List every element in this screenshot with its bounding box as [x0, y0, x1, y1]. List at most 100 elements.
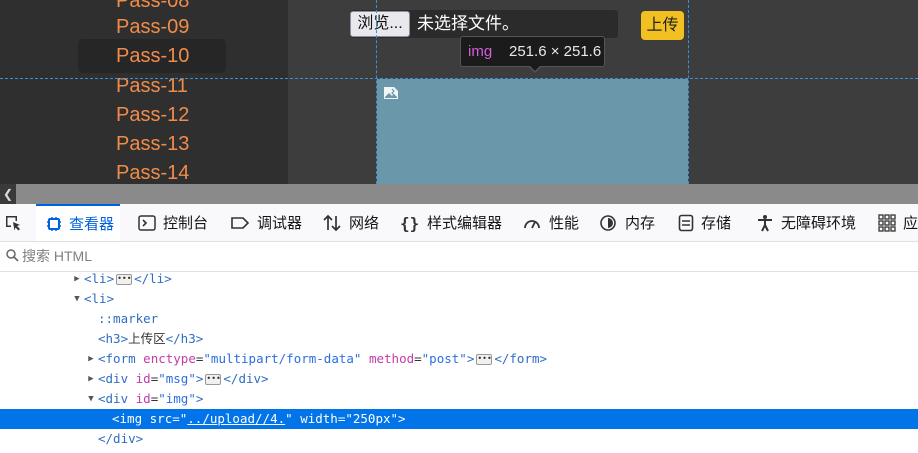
tab-style-editor[interactable]: {} 样式编辑器 — [400, 204, 502, 241]
attr-equals: =" — [172, 411, 188, 426]
file-status-text: 未选择文件。 — [417, 14, 519, 33]
tab-label: 内存 — [625, 215, 656, 232]
tree-row-marker[interactable]: ::marker — [0, 309, 918, 329]
tree-row-div-msg[interactable]: ▶ <div id="msg"> ••• </div> — [0, 369, 918, 389]
tree-row-img-selected[interactable]: <img src="../upload//4." width="250px"> — [0, 409, 918, 429]
tab-performance[interactable]: 性能 — [522, 204, 579, 241]
collapsed-ellipsis-icon[interactable]: ••• — [205, 374, 222, 385]
guide-line-right — [688, 0, 689, 184]
collapsed-ellipsis-icon[interactable]: ••• — [476, 354, 493, 365]
tab-inspector[interactable]: 查看器 — [36, 204, 121, 241]
expand-twisty-icon[interactable]: ▶ — [72, 269, 82, 289]
tab-console[interactable]: 控制台 — [138, 204, 208, 241]
tree-row-li-open[interactable]: ▼ <li> — [0, 289, 918, 309]
network-icon — [323, 214, 341, 231]
tag-bracket: > — [398, 411, 406, 426]
accessibility-icon — [758, 214, 772, 231]
tag-bracket: > — [195, 371, 204, 386]
tag-close: </div> — [223, 371, 269, 386]
tab-accessibility[interactable]: 无障碍环境 — [756, 204, 856, 241]
attr-value: "msg" — [158, 371, 196, 386]
attr-value: "250px" — [345, 411, 399, 426]
search-icon — [6, 249, 19, 262]
sidebar-item-pass-10[interactable]: Pass-10 — [78, 39, 226, 73]
upload-button[interactable]: 上传 — [641, 11, 684, 40]
tag-open: <div — [98, 391, 129, 406]
attr-quote: " — [285, 411, 293, 426]
tab-label: 调试器 — [257, 215, 303, 232]
markup-tree: ▶ <li> ••• </li> ▼ <li> ::marker <h3>上传区</… — [0, 269, 918, 453]
horizontal-scrollbar[interactable]: ❮ — [0, 184, 918, 204]
tag-close: </li> — [134, 271, 172, 286]
src-link[interactable]: ../upload//4. — [187, 411, 285, 426]
tab-network[interactable]: 网络 — [322, 204, 379, 241]
tab-label: 无障碍环境 — [781, 215, 857, 232]
console-icon — [138, 214, 156, 231]
tag-close: </form> — [494, 351, 548, 366]
text-node: 上传区 — [128, 331, 166, 346]
tree-row-form[interactable]: ▶ <form enctype="multipart/form-data" me… — [0, 349, 918, 369]
memory-icon — [600, 214, 616, 231]
broken-image-icon — [384, 87, 398, 99]
tab-application[interactable]: 应 — [878, 204, 918, 241]
tag-close: </h3> — [165, 331, 204, 346]
tab-label: 应 — [903, 215, 918, 232]
attr-value: "img" — [158, 391, 196, 406]
tooltip-tag: img — [468, 43, 493, 60]
tag-open: <li> — [84, 271, 115, 286]
attr-name: id — [135, 371, 151, 386]
tab-memory[interactable]: 内存 — [598, 204, 655, 241]
tree-row-div-close[interactable]: </div> — [0, 429, 918, 449]
attr-name: method — [368, 351, 415, 366]
tab-label: 存储 — [701, 215, 732, 232]
tag-close: </div> — [98, 431, 144, 446]
collapsed-ellipsis-icon[interactable]: ••• — [116, 274, 133, 285]
tree-row-li-collapsed[interactable]: ▶ <li> ••• </li> — [0, 269, 918, 289]
svg-text:{}: {} — [400, 214, 419, 232]
expand-twisty-icon[interactable]: ▶ — [86, 369, 96, 389]
tooltip-dimensions: 251.6 × 251.6 — [509, 43, 602, 60]
tab-label: 网络 — [349, 215, 380, 232]
scroll-left-icon[interactable]: ❮ — [0, 184, 16, 204]
search-html-input[interactable] — [22, 246, 422, 266]
attr-name: enctype — [143, 351, 196, 366]
attr-name: id — [135, 391, 151, 406]
storage-icon — [678, 214, 694, 231]
sidebar: Pass-08 Pass-09 Pass-10 Pass-11 Pass-12 … — [0, 0, 288, 184]
devtools-toolbar: 查看器 控制台 调试器 网络 {} 样式编辑器 性能 内存 存储 无障碍环境 应 — [0, 204, 918, 242]
page-viewport: Pass-08 Pass-09 Pass-10 Pass-11 Pass-12 … — [0, 0, 918, 184]
attr-name: src — [149, 411, 173, 426]
tag-open: <h3> — [98, 331, 129, 346]
element-picker-icon — [6, 215, 20, 230]
expand-twisty-icon[interactable]: ▶ — [86, 349, 96, 369]
tooltip-arrow-inner — [529, 65, 541, 71]
tab-label: 性能 — [549, 215, 580, 232]
attr-value: "post" — [421, 351, 467, 366]
tab-label: 样式编辑器 — [427, 215, 503, 232]
tab-debugger[interactable]: 调试器 — [230, 204, 302, 241]
attr-name: width — [300, 411, 338, 426]
tab-label: 查看器 — [69, 216, 115, 233]
tree-row-h3[interactable]: <h3>上传区</h3> — [0, 329, 918, 349]
debugger-icon — [231, 216, 250, 229]
tag-open: <form — [98, 351, 136, 366]
collapse-twisty-icon[interactable]: ▼ — [86, 389, 96, 409]
image-highlight-overlay — [377, 79, 688, 184]
tab-storage[interactable]: 存储 — [678, 204, 731, 241]
tree-row-div-img[interactable]: ▼ <div id="img"> — [0, 389, 918, 409]
guide-line-left — [376, 0, 377, 184]
element-picker-button[interactable] — [4, 204, 22, 241]
tab-label: 控制台 — [163, 215, 209, 232]
browse-button[interactable]: 浏览... — [350, 11, 410, 37]
tag-open: <div — [98, 371, 129, 386]
element-dimensions-tooltip: img 251.6 × 251.6 — [460, 36, 605, 67]
sidebar-item-pass-14[interactable]: Pass-14 — [78, 156, 226, 184]
guide-line-horizontal — [0, 78, 918, 79]
html-search-bar — [0, 242, 918, 272]
style-editor-icon: {} — [400, 214, 419, 232]
pseudo-element: ::marker — [98, 311, 159, 326]
tag-bracket: > — [466, 351, 475, 366]
tag-open: <img — [112, 411, 143, 426]
collapse-twisty-icon[interactable]: ▼ — [72, 289, 82, 309]
tag-open: <li> — [84, 291, 115, 306]
